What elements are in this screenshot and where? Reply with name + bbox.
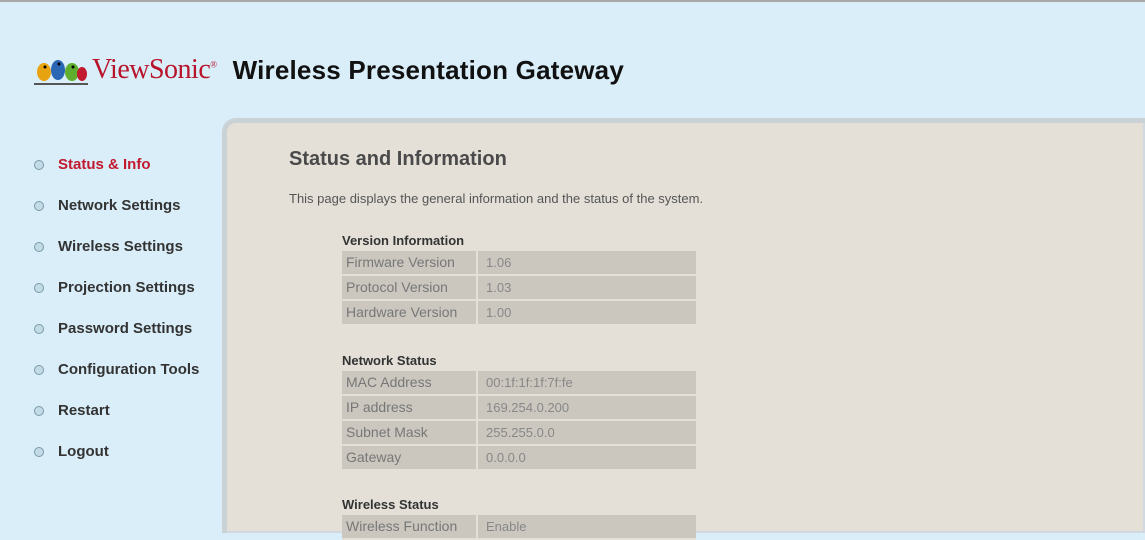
network-status-section: Network Status MAC Address 00:1f:1f:1f:7… xyxy=(342,351,696,471)
row-value: 00:1f:1f:1f:7f:fe xyxy=(478,371,696,394)
bullet-icon xyxy=(34,405,44,416)
row-value: 0.0.0.0 xyxy=(478,446,696,469)
row-label: MAC Address xyxy=(342,371,478,394)
main-content-panel: Status and Information This page display… xyxy=(222,118,1145,540)
row-label: Protocol Version xyxy=(342,276,478,299)
version-information-section: Version Information Firmware Version 1.0… xyxy=(342,231,696,326)
sidebar-item-label: Password Settings xyxy=(58,320,193,337)
row-label: IP address xyxy=(342,396,478,419)
row-label: Subnet Mask xyxy=(342,421,478,444)
row-value: 169.254.0.200 xyxy=(478,396,696,419)
header: ViewSonic® Wireless Presentation Gateway xyxy=(34,48,624,92)
section-title: Wireless Status xyxy=(342,497,439,512)
viewsonic-logo: ViewSonic® xyxy=(34,52,217,88)
section-title: Version Information xyxy=(342,233,465,248)
row-value: 255.255.0.0 xyxy=(478,421,696,444)
table-row: Firmware Version 1.06 xyxy=(342,251,696,276)
bullet-icon xyxy=(34,241,44,252)
table-row: Hardware Version 1.00 xyxy=(342,301,696,326)
table-row: Subnet Mask 255.255.0.0 xyxy=(342,421,696,446)
bullet-icon xyxy=(34,159,44,170)
sidebar-item-password-settings[interactable]: Password Settings xyxy=(34,308,219,349)
sidebar-item-configuration-tools[interactable]: Configuration Tools xyxy=(34,349,219,390)
product-title: Wireless Presentation Gateway xyxy=(232,54,624,85)
table-row: IP address 169.254.0.200 xyxy=(342,396,696,421)
sidebar-item-status-info[interactable]: Status & Info xyxy=(34,144,219,185)
bullet-icon xyxy=(34,200,44,211)
row-value: 1.06 xyxy=(478,251,696,274)
section-title: Network Status xyxy=(342,353,437,368)
sidebar-item-network-settings[interactable]: Network Settings xyxy=(34,185,219,226)
row-label: Wireless Function xyxy=(342,515,478,538)
birds-logo-icon xyxy=(34,60,88,85)
sidebar-item-logout[interactable]: Logout xyxy=(34,431,219,472)
row-value: Enable xyxy=(478,515,696,538)
row-value: 1.03 xyxy=(478,276,696,299)
table-row: Protocol Version 1.03 xyxy=(342,276,696,301)
row-value: 1.00 xyxy=(478,301,696,324)
table-row: MAC Address 00:1f:1f:1f:7f:fe xyxy=(342,371,696,396)
sidebar-nav: Status & Info Network Settings Wireless … xyxy=(34,144,219,472)
brand-name: ViewSonic® xyxy=(92,54,217,85)
bullet-icon xyxy=(34,282,44,293)
sidebar-item-label: Network Settings xyxy=(58,197,181,214)
sidebar-item-label: Projection Settings xyxy=(58,279,195,296)
sidebar-item-label: Logout xyxy=(58,443,109,460)
row-label: Gateway xyxy=(342,446,478,469)
sidebar-item-wireless-settings[interactable]: Wireless Settings xyxy=(34,226,219,267)
row-label: Hardware Version xyxy=(342,301,478,324)
page-title: Status and Information xyxy=(289,148,507,170)
bullet-icon xyxy=(34,364,44,375)
bullet-icon xyxy=(34,446,44,457)
page-description: This page displays the general informati… xyxy=(289,191,704,206)
bullet-icon xyxy=(34,323,44,334)
sidebar-item-label: Configuration Tools xyxy=(58,361,200,378)
sidebar-item-projection-settings[interactable]: Projection Settings xyxy=(34,267,219,308)
sidebar-item-label: Status & Info xyxy=(58,156,151,173)
row-label: Firmware Version xyxy=(342,251,478,274)
table-row: Gateway 0.0.0.0 xyxy=(342,446,696,471)
sidebar-item-restart[interactable]: Restart xyxy=(34,390,219,431)
sidebar-item-label: Wireless Settings xyxy=(58,238,183,255)
table-row: Wireless Function Enable xyxy=(342,515,696,540)
wireless-status-section: Wireless Status Wireless Function Enable xyxy=(342,495,696,540)
sidebar-item-label: Restart xyxy=(58,402,110,419)
